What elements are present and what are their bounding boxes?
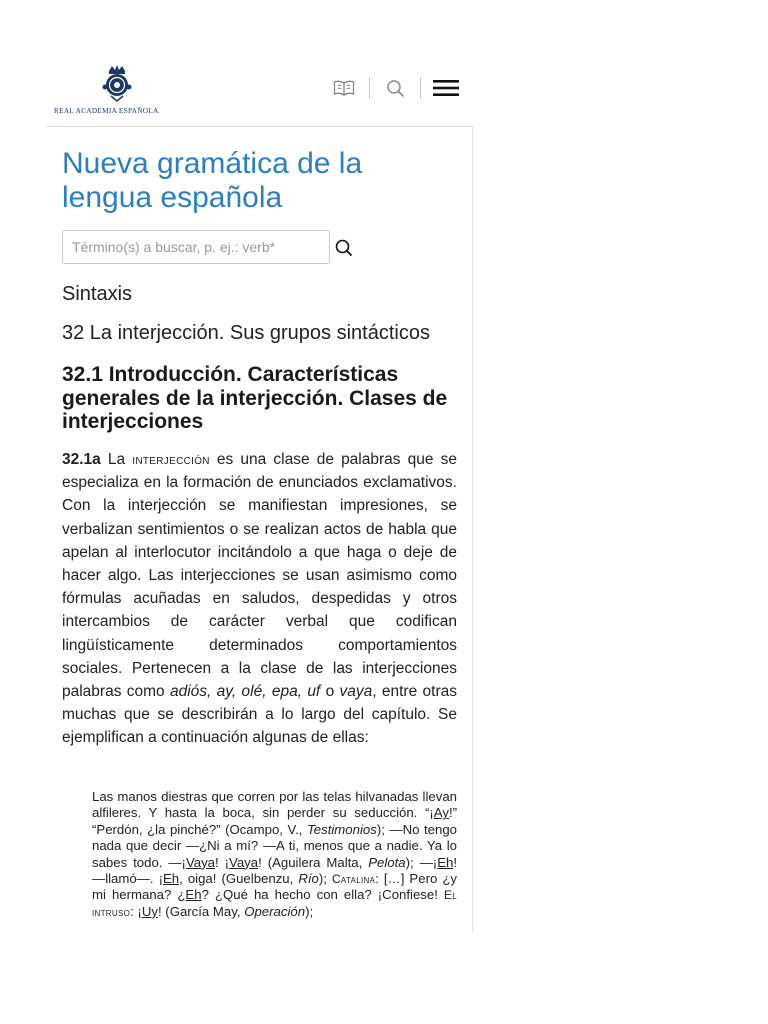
content-panel: Nueva gramática de la lengua española Si… <box>46 127 473 933</box>
text: o <box>320 683 340 701</box>
crest-icon <box>102 65 132 102</box>
rae-logo[interactable]: REAL ACADEMIA ESPAÑOLA <box>54 63 180 115</box>
text: , oiga! (Guelbenzu, <box>179 871 299 887</box>
source-title: Testimonios <box>306 821 377 837</box>
source-title: Río <box>298 871 319 887</box>
text: ? ¿Qué ha hecho con ella? ¡Confiese! <box>201 887 444 903</box>
book-icon[interactable] <box>331 75 357 101</box>
logo-text: REAL ACADEMIA ESPAÑOLA <box>54 107 159 115</box>
text: ! (García May, <box>157 903 245 919</box>
section-heading[interactable]: Sintaxis <box>62 283 132 306</box>
paragraph-32-1a: 32.1a La interjección es una clase de pa… <box>62 448 457 750</box>
source-title: Pelota <box>368 854 406 870</box>
divider <box>420 77 421 99</box>
highlighted-interjection: Vaya <box>229 854 259 870</box>
text: ); <box>318 871 332 887</box>
highlighted-interjection: Eh <box>162 871 180 887</box>
text: Las manos diestras que corren por las te… <box>92 789 457 821</box>
subsection-heading: 32.1 Introducción. Características gener… <box>62 363 448 433</box>
text: ); —¡ <box>405 854 438 870</box>
source-title: Operación <box>244 903 306 919</box>
chapter-heading[interactable]: 32 La interjección. Sus grupos sintáctic… <box>62 322 457 345</box>
text: ! (Aguilera Malta, <box>258 854 369 870</box>
text: ! ¡ <box>215 854 230 870</box>
text: es una clase de palabras que se especial… <box>62 451 457 701</box>
search-bar <box>62 230 362 265</box>
text: : ¡ <box>130 903 142 919</box>
text: La <box>100 451 133 468</box>
highlighted-interjection: Eh <box>185 887 202 903</box>
page-title: Nueva gramática de la lengua española <box>62 147 363 214</box>
divider <box>369 77 370 99</box>
search-icon[interactable] <box>382 75 408 101</box>
search-button[interactable] <box>334 238 354 258</box>
paragraph-number: 32.1a <box>62 451 101 468</box>
search-icon <box>335 239 352 256</box>
highlighted-interjection: Eh <box>437 854 454 870</box>
highlighted-interjection: Uy <box>141 903 158 919</box>
site-header: REAL ACADEMIA ESPAÑOLA <box>46 55 473 127</box>
example-vaya: vaya <box>339 683 373 701</box>
examples: adiós, ay, olé, epa, uf <box>170 683 321 701</box>
highlighted-interjection: Ay <box>433 805 449 821</box>
menu-icon[interactable] <box>433 75 459 101</box>
term: interjección <box>132 451 210 467</box>
highlighted-interjection: Vaya <box>185 854 216 870</box>
example-quote: Las manos diestras que corren por las te… <box>92 789 457 920</box>
text: ); <box>305 903 314 919</box>
search-input[interactable] <box>62 230 330 264</box>
character-name: Catalina <box>331 872 376 887</box>
